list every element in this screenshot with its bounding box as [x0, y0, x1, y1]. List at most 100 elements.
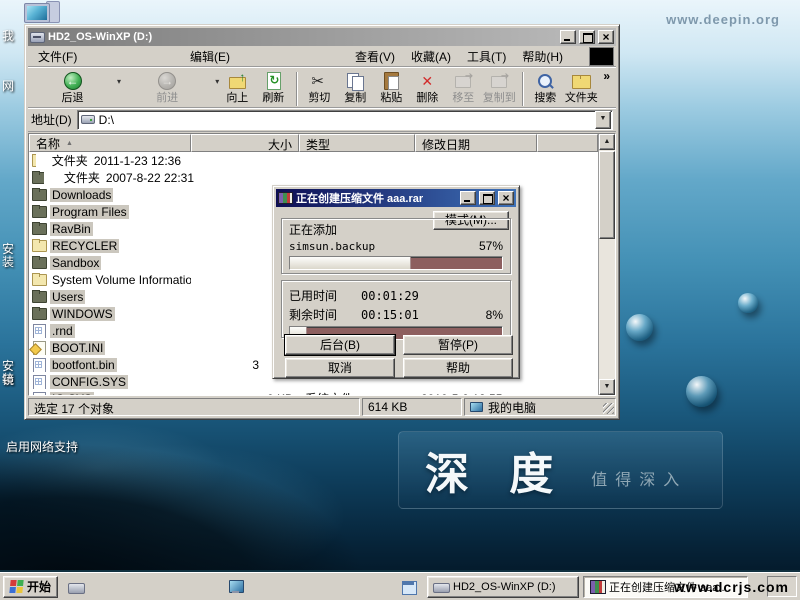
- file-type-icon: [31, 222, 47, 235]
- file-row[interactable]: IO.SYS 0 KB 系统文件 2010-5-9 18:55: [29, 390, 598, 395]
- file-type-icon: [31, 171, 44, 184]
- column-header-type[interactable]: 类型: [299, 134, 415, 152]
- toolbar-overflow-chevron[interactable]: »: [599, 68, 614, 84]
- explorer-titlebar[interactable]: HD2_OS-WinXP (D:): [28, 28, 616, 46]
- toolbar-button[interactable]: 前进: [121, 70, 219, 104]
- winrar-icon: [278, 192, 293, 204]
- toolbar-button[interactable]: 删除: [409, 70, 445, 104]
- column-header-name[interactable]: 名称 ▲: [29, 134, 191, 152]
- minimize-button[interactable]: [460, 191, 476, 205]
- desktop-icon-label-network[interactable]: 启用网络支持: [6, 438, 78, 455]
- toolbar-button-label: 剪切: [308, 92, 330, 104]
- file-name-label: RECYCLER: [50, 239, 119, 253]
- scrollbar-thumb[interactable]: [599, 151, 615, 239]
- toolbar-button[interactable]: 移至: [445, 70, 481, 104]
- address-dropdown-button[interactable]: ▼: [595, 111, 611, 129]
- file-type-cell: 文件夹: [58, 169, 100, 186]
- file-name-label: bootfont.bin: [50, 358, 117, 372]
- menu-item[interactable]: 收藏(A): [403, 46, 459, 67]
- pause-button[interactable]: 暂停(P): [403, 335, 513, 355]
- close-button[interactable]: [498, 191, 514, 205]
- toolbar-button[interactable]: 剪切: [301, 70, 337, 104]
- menu-item[interactable]: 工具(T): [459, 46, 514, 67]
- quick-launch-icon[interactable]: [401, 580, 417, 594]
- file-name-label: RavBin: [50, 222, 93, 236]
- file-type-icon: [31, 239, 47, 252]
- file-date-cell: 2011-1-23 12:36: [88, 154, 181, 168]
- my-computer-icon: [470, 402, 483, 412]
- maximize-button[interactable]: [479, 191, 495, 205]
- background-button[interactable]: 后台(B): [285, 335, 395, 355]
- toolbar-button-label: 删除: [416, 92, 438, 104]
- scroll-down-button[interactable]: ▼: [599, 379, 615, 395]
- address-bar: 地址(D) D:\ ▼: [28, 108, 616, 132]
- file-name-cell: Config.Msi: [29, 154, 36, 168]
- drive-icon: [81, 115, 95, 124]
- status-selection-text: 选定 17 个对象: [28, 398, 360, 416]
- maximize-button[interactable]: [579, 30, 595, 44]
- file-type-icon: [31, 154, 36, 167]
- menu-item[interactable]: 文件(F): [30, 46, 182, 67]
- remaining-value: 00:15:01: [361, 308, 453, 322]
- file-percent: 57%: [479, 239, 503, 253]
- vertical-scrollbar[interactable]: ▲ ▼: [598, 134, 615, 395]
- file-name-cell: WINDOWS: [29, 307, 191, 321]
- close-button[interactable]: [598, 30, 614, 44]
- dialog-title: 正在创建压缩文件 aaa.rar: [296, 190, 457, 206]
- file-type-icon: [31, 358, 47, 371]
- address-value[interactable]: D:\: [99, 113, 591, 127]
- file-name-label: Downloads: [50, 188, 113, 202]
- toolbar-button[interactable]: 复制到: [481, 70, 517, 104]
- desktop-icon-label-fragment[interactable]: 安装: [2, 243, 22, 269]
- file-date-cell: 2007-8-22 22:31: [100, 171, 194, 185]
- file-name-cell: RECYCLER: [29, 239, 191, 253]
- resize-grip[interactable]: [603, 403, 614, 414]
- toolbar-button[interactable]: 文件夹: [563, 70, 599, 104]
- scroll-up-button[interactable]: ▲: [599, 134, 615, 150]
- file-type-cell: 文件夹: [46, 152, 88, 169]
- toolbar-button[interactable]: 搜索: [527, 70, 563, 104]
- toolbar-button[interactable]: 后退: [30, 70, 121, 104]
- computer-screen-icon: [24, 3, 50, 23]
- toolbar-button-label: 前进: [156, 92, 178, 104]
- file-name-cell: Program Files: [29, 205, 191, 219]
- my-computer-icon[interactable]: [24, 1, 64, 25]
- task-label: HD2_OS-WinXP (D:): [453, 581, 555, 593]
- taskbar-task-button[interactable]: HD2_OS-WinXP (D:): [427, 576, 579, 598]
- file-row[interactable]: Config.Msi 文件夹 2011-1-23 12:36: [29, 152, 181, 169]
- file-type-icon: [31, 341, 47, 354]
- toolbar-button-icon: [417, 72, 437, 90]
- toolbar-button[interactable]: 向上: [219, 70, 255, 104]
- file-type-icon: [31, 256, 47, 269]
- quick-launch-icon[interactable]: [228, 580, 393, 594]
- column-header-size[interactable]: 大小: [191, 134, 299, 152]
- toolbar-button[interactable]: 粘贴: [373, 70, 409, 104]
- toolbar-button-label: 粘贴: [380, 92, 402, 104]
- menu-item[interactable]: 编辑(E): [182, 46, 347, 67]
- scrollbar-track[interactable]: [599, 150, 615, 379]
- file-row[interactable]: Documents and Settings 文件夹 2007-8-22 22:…: [29, 169, 194, 186]
- file-type-icon: [31, 273, 47, 286]
- toolbar-button-icon: [381, 72, 401, 90]
- address-combo[interactable]: D:\ ▼: [77, 110, 613, 130]
- drive-icon: [30, 32, 45, 43]
- start-button[interactable]: 开始: [3, 576, 58, 598]
- file-progress-bar: [289, 256, 503, 270]
- column-header-date[interactable]: 修改日期: [415, 134, 537, 152]
- desktop-icon-label-fragment[interactable]: 镜: [2, 374, 22, 387]
- water-droplet: [626, 314, 653, 341]
- menu-bar: 文件(F) 编辑(E) 查看(V) 收藏(A) 工具(T) 帮助(H): [28, 46, 616, 67]
- minimize-button[interactable]: [560, 30, 576, 44]
- deepin-brand-panel: 深 度 值得深入: [398, 431, 723, 509]
- file-name-cell: IO.SYS: [29, 392, 191, 396]
- menu-item[interactable]: 查看(V): [347, 46, 403, 67]
- toolbar-button-icon: [571, 72, 591, 90]
- toolbar-button[interactable]: 刷新: [255, 70, 291, 104]
- help-button[interactable]: 帮助: [403, 358, 513, 378]
- cancel-button[interactable]: 取消: [285, 358, 395, 378]
- dialog-titlebar[interactable]: 正在创建压缩文件 aaa.rar: [276, 189, 516, 207]
- toolbar-button[interactable]: 复制: [337, 70, 373, 104]
- quick-launch-icon[interactable]: [68, 580, 220, 594]
- menu-item[interactable]: 帮助(H): [514, 46, 571, 67]
- toolbar-button-label: 后退: [62, 92, 84, 104]
